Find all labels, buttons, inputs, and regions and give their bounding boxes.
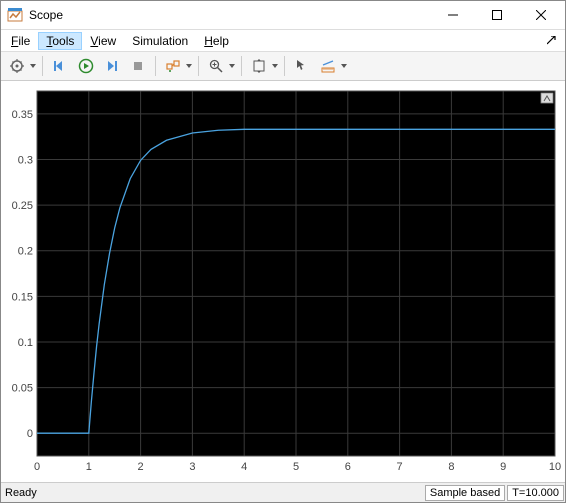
- toolbar: [1, 52, 565, 81]
- menu-file[interactable]: File: [3, 32, 38, 50]
- scope-plot: 0 1 2 3 4 5 6 7 8 9 10 0 0.05 0.1 0.15 0.2 0.25 0.3 0.35: [5, 85, 561, 478]
- step-back-button[interactable]: [48, 54, 72, 78]
- svg-text:10: 10: [549, 461, 561, 473]
- status-time: T=10.000: [507, 485, 564, 501]
- status-ready: Ready: [1, 487, 424, 499]
- autoscale-dropdown[interactable]: [271, 64, 279, 68]
- separator: [241, 56, 242, 76]
- svg-text:0: 0: [34, 461, 40, 473]
- svg-text:0.3: 0.3: [18, 155, 33, 167]
- titlebar: Scope: [1, 1, 565, 30]
- maximize-button[interactable]: [475, 1, 519, 29]
- stop-button[interactable]: [126, 54, 150, 78]
- menu-simulation[interactable]: Simulation: [124, 32, 196, 50]
- menu-view[interactable]: View: [82, 32, 124, 50]
- window-title: Scope: [29, 8, 431, 22]
- separator: [155, 56, 156, 76]
- app-icon: [7, 7, 23, 23]
- autoscale-button[interactable]: [247, 54, 271, 78]
- configure-dropdown[interactable]: [29, 64, 37, 68]
- triggers-button[interactable]: [161, 54, 185, 78]
- svg-text:2: 2: [138, 461, 144, 473]
- separator: [284, 56, 285, 76]
- svg-text:0.25: 0.25: [12, 200, 33, 212]
- svg-text:5: 5: [293, 461, 299, 473]
- status-sample: Sample based: [425, 485, 505, 501]
- measurements-button[interactable]: [316, 54, 340, 78]
- svg-text:0.2: 0.2: [18, 246, 33, 258]
- undock-icon[interactable]: [545, 34, 559, 48]
- svg-text:1: 1: [86, 461, 92, 473]
- menubar: File Tools View Simulation Help: [1, 30, 565, 52]
- svg-text:6: 6: [345, 461, 351, 473]
- cursors-button[interactable]: [290, 54, 314, 78]
- triggers-dropdown[interactable]: [185, 64, 193, 68]
- separator: [198, 56, 199, 76]
- zoom-dropdown[interactable]: [228, 64, 236, 68]
- minimize-button[interactable]: [431, 1, 475, 29]
- close-button[interactable]: [519, 1, 563, 29]
- statusbar: Ready Sample based T=10.000: [1, 482, 565, 502]
- plot-area[interactable]: 0 1 2 3 4 5 6 7 8 9 10 0 0.05 0.1 0.15 0.2 0.25 0.3 0.35: [1, 81, 565, 482]
- separator: [42, 56, 43, 76]
- menu-help[interactable]: Help: [196, 32, 237, 50]
- menu-tools[interactable]: Tools: [38, 32, 82, 50]
- scope-window: Scope File Tools View Simulation Help: [0, 0, 566, 503]
- svg-text:8: 8: [448, 461, 454, 473]
- run-button[interactable]: [74, 54, 98, 78]
- step-forward-button[interactable]: [100, 54, 124, 78]
- svg-text:0.35: 0.35: [12, 109, 33, 121]
- svg-text:3: 3: [189, 461, 195, 473]
- svg-text:0.15: 0.15: [12, 292, 33, 304]
- window-controls: [431, 1, 563, 29]
- svg-text:4: 4: [241, 461, 247, 473]
- svg-text:7: 7: [397, 461, 403, 473]
- svg-text:0.1: 0.1: [18, 337, 33, 349]
- svg-text:9: 9: [500, 461, 506, 473]
- configure-button[interactable]: [5, 54, 29, 78]
- measurements-dropdown[interactable]: [340, 64, 348, 68]
- svg-text:0.05: 0.05: [12, 383, 33, 395]
- zoom-button[interactable]: [204, 54, 228, 78]
- svg-text:0: 0: [27, 429, 33, 441]
